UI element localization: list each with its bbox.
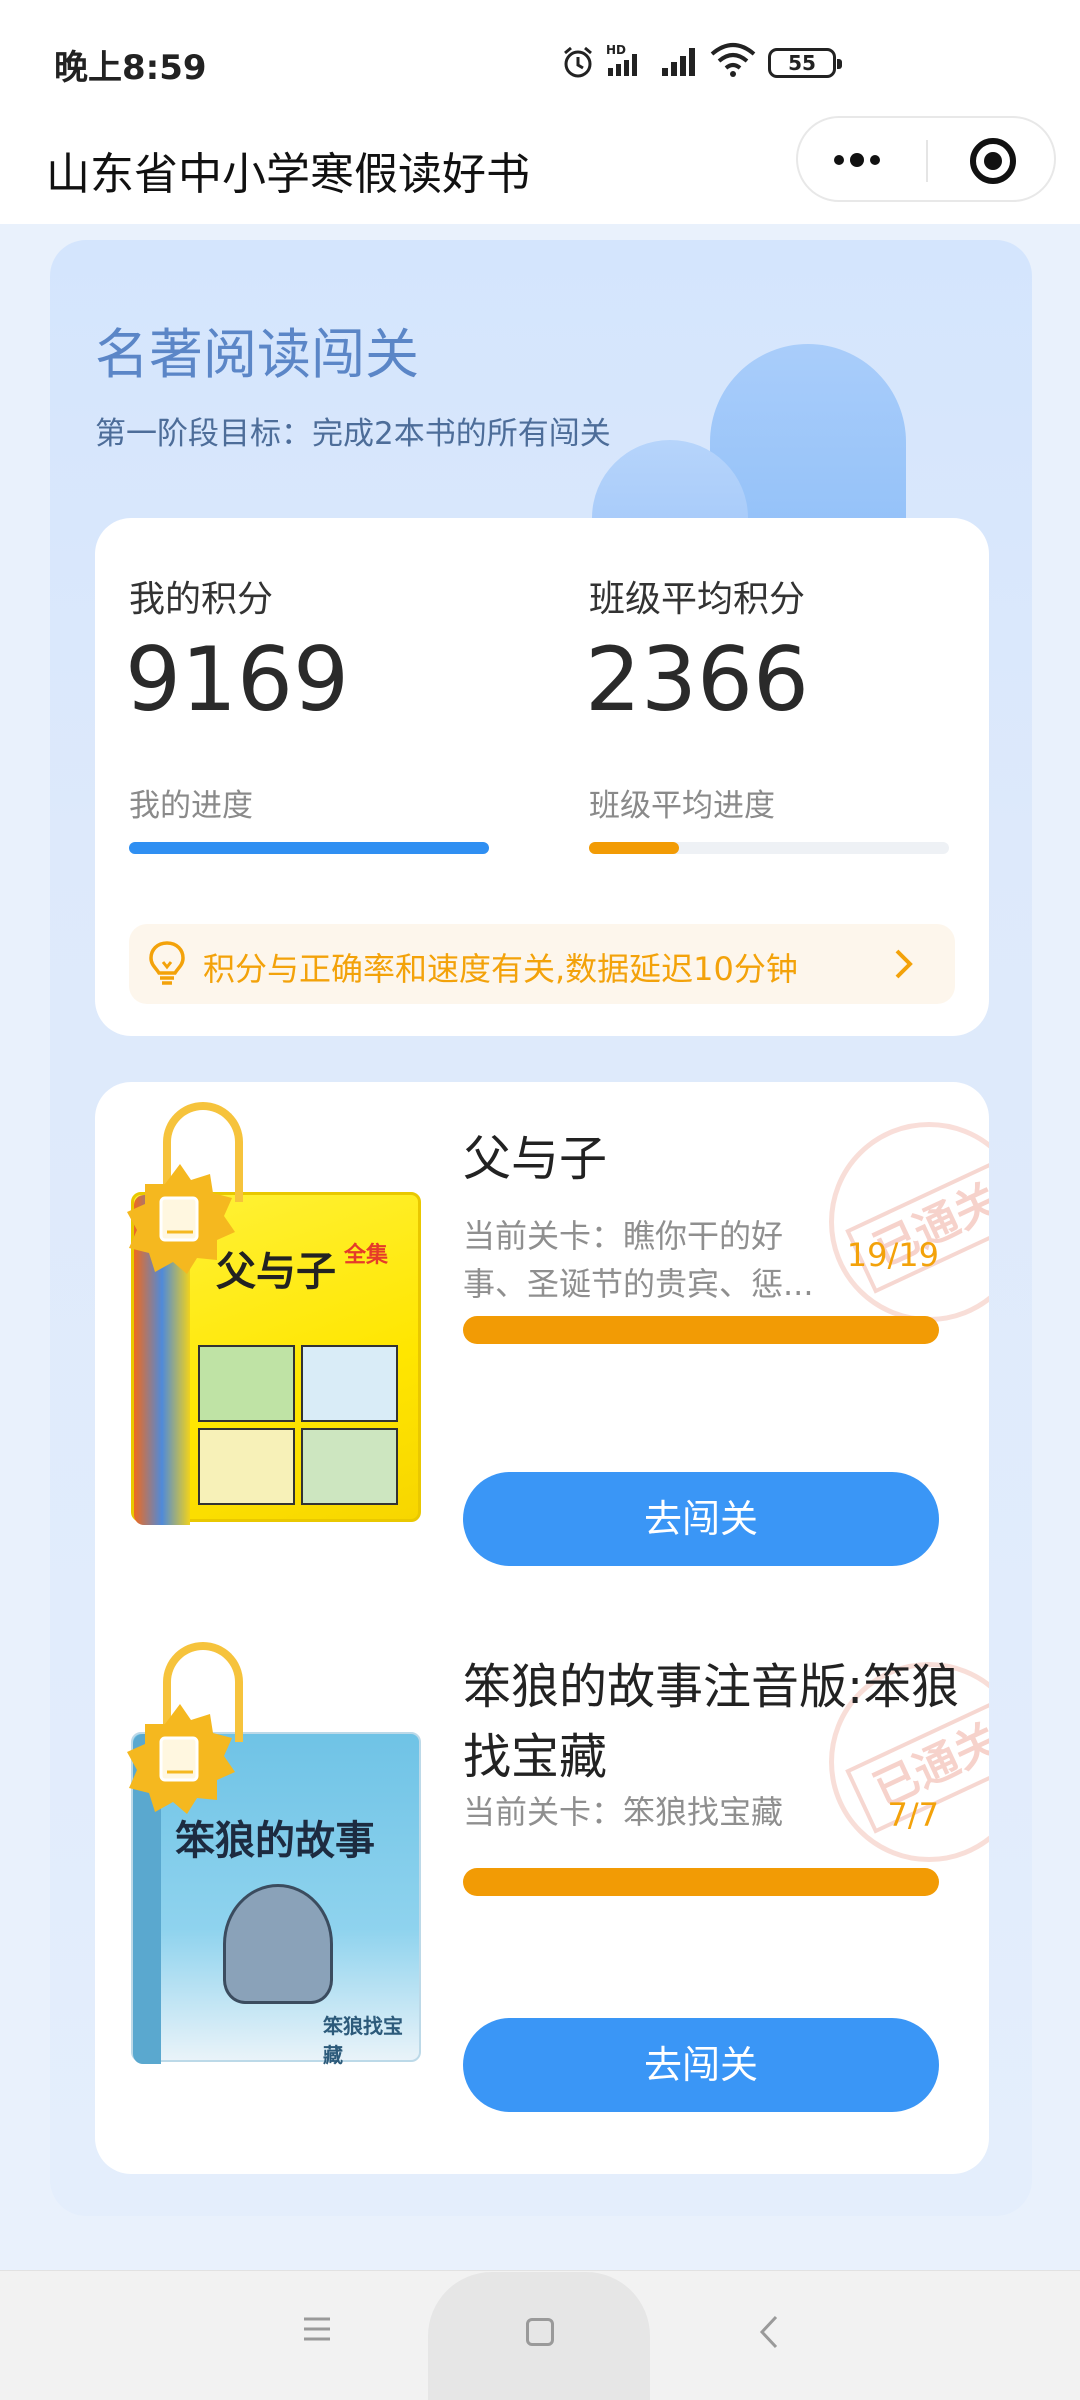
book-cover-subtitle: 笨狼找宝藏: [323, 2014, 403, 2067]
wolf-illustration: [223, 1884, 333, 2004]
more-icon[interactable]: [834, 153, 880, 167]
book-progress-bar: [463, 1316, 939, 1344]
book-title: 笨狼的故事注音版:笨狼找宝藏: [463, 1659, 960, 1785]
signal-icon: [660, 44, 704, 82]
my-score-label: 我的积分: [129, 579, 274, 620]
my-progress-track: [129, 842, 489, 854]
tip-banner[interactable]: 积分与正确率和速度有关,数据延迟10分钟: [129, 924, 955, 1004]
section-title: 名著阅读闯关: [95, 323, 419, 386]
capsule-divider: [926, 140, 928, 182]
class-progress-track: [589, 842, 949, 854]
book-level-count: 7/7: [887, 1796, 940, 1834]
book-cover-wrap: 父与子 全集: [127, 1102, 421, 1525]
battery-icon: 55: [768, 48, 842, 78]
book-item: 已通关 笨狼的故事 笨狼找宝藏 笨狼的故事注音版:笨狼找宝藏 当前关卡：笨狼找宝…: [95, 1622, 989, 2162]
wifi-icon: [710, 42, 756, 82]
book-level-count: 19/19: [846, 1236, 939, 1274]
status-time: 晚上8:59: [54, 48, 207, 88]
my-score-value: 9169: [125, 628, 349, 731]
menu-icon[interactable]: [302, 2316, 332, 2346]
class-progress-label: 班级平均进度: [589, 788, 775, 824]
hd-signal-icon: HD: [606, 42, 650, 82]
miniprogram-capsule: [796, 116, 1056, 202]
book-title: 父与子: [463, 1131, 608, 1187]
title-bar: 山东省中小学寒假读好书: [0, 116, 1080, 224]
status-bar: 晚上8:59 HD 55: [0, 0, 1080, 120]
book-current-level: 当前关卡：瞧你干的好事、圣诞节的贵宾、惩...: [463, 1217, 814, 1303]
close-miniprogram-icon[interactable]: [970, 138, 1016, 184]
chevron-right-icon: [893, 948, 915, 984]
lightbulb-icon: [147, 940, 187, 990]
book-cover-subtitle: 全集: [344, 1243, 389, 1268]
page-title: 山东省中小学寒假读好书: [46, 149, 530, 200]
go-challenge-button[interactable]: 去闯关: [463, 2018, 939, 2112]
comic-panels: [198, 1345, 398, 1505]
my-progress-fill: [129, 842, 489, 854]
section-subtitle: 第一阶段目标：完成2本书的所有闯关: [95, 416, 611, 452]
book-badge-icon: [121, 1160, 239, 1278]
back-icon[interactable]: [758, 2314, 780, 2354]
reading-challenge-card: 名著阅读闯关 第一阶段目标：完成2本书的所有闯关 我的积分 9169 班级平均积…: [50, 240, 1032, 2216]
alarm-icon: [560, 44, 596, 84]
books-card: 已通关 父与子 全集 父与子 当前关卡：瞧你干的好事、圣诞节的贵宾、惩... 1…: [95, 1082, 989, 2174]
book-item: 已通关 父与子 全集 父与子 当前关卡：瞧你干的好事、圣诞节的贵宾、惩... 1…: [95, 1082, 989, 1622]
book-badge-icon: [121, 1700, 239, 1818]
book-cover-wrap: 笨狼的故事 笨狼找宝藏: [127, 1642, 421, 2067]
go-challenge-button[interactable]: 去闯关: [463, 1472, 939, 1566]
class-avg-score-value: 2366: [585, 628, 809, 731]
score-card: 我的积分 9169 班级平均积分 2366 我的进度 班级平均进度 积分与正确率…: [95, 518, 989, 1036]
book-progress-bar: [463, 1868, 939, 1896]
book-current-level: 当前关卡：笨狼找宝藏: [463, 1793, 784, 1831]
svg-text:HD: HD: [606, 43, 626, 57]
class-progress-fill: [589, 842, 679, 854]
my-progress-label: 我的进度: [129, 788, 253, 824]
tip-text: 积分与正确率和速度有关,数据延迟10分钟: [203, 950, 798, 988]
home-icon[interactable]: [526, 2318, 554, 2346]
class-avg-score-label: 班级平均积分: [589, 579, 806, 620]
